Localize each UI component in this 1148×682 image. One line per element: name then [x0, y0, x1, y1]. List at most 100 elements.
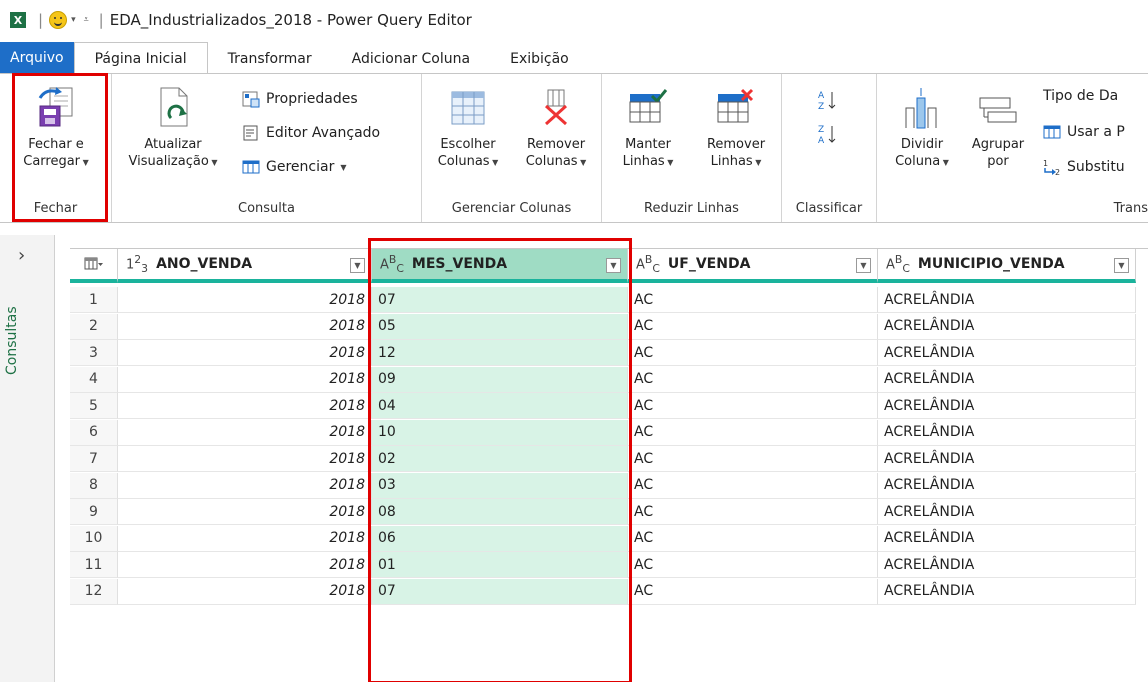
cell-municipio-venda[interactable]: ACRELÂNDIA: [878, 393, 1136, 419]
replace-values-button[interactable]: 12 Substitu: [1043, 158, 1125, 176]
cell-mes-venda[interactable]: 04: [372, 393, 628, 419]
cell-mes-venda[interactable]: 09: [372, 366, 628, 393]
sort-ascending-button[interactable]: AZ: [818, 88, 838, 112]
cell-ano-venda[interactable]: 2018: [118, 366, 372, 393]
cell-mes-venda[interactable]: 07: [372, 287, 628, 313]
row-number[interactable]: 9: [70, 499, 118, 525]
cell-uf-venda[interactable]: AC: [628, 340, 878, 366]
column-header-mes-venda[interactable]: ABC MES_VENDA ▼: [372, 249, 628, 283]
column-header-ano-venda[interactable]: 123 ANO_VENDA ▼: [118, 249, 372, 283]
cell-municipio-venda[interactable]: ACRELÂNDIA: [878, 525, 1136, 552]
quick-access-dropdown-icon[interactable]: ▾: [71, 15, 76, 25]
row-number[interactable]: 7: [70, 446, 118, 472]
row-number[interactable]: 2: [70, 313, 118, 340]
quick-access-customize-icon[interactable]: ⩡: [84, 15, 89, 25]
cell-municipio-venda[interactable]: ACRELÂNDIA: [878, 446, 1136, 472]
cell-municipio-venda[interactable]: ACRELÂNDIA: [878, 340, 1136, 366]
cell-municipio-venda[interactable]: ACRELÂNDIA: [878, 472, 1136, 499]
advanced-editor-button[interactable]: Editor Avançado: [242, 124, 380, 142]
row-number[interactable]: 12: [70, 578, 118, 605]
properties-button[interactable]: Propriedades: [242, 90, 358, 108]
cell-mes-venda[interactable]: 10: [372, 419, 628, 446]
expand-queries-icon[interactable]: ›: [18, 245, 25, 266]
cell-municipio-venda[interactable]: ACRELÂNDIA: [878, 313, 1136, 340]
row-number[interactable]: 8: [70, 472, 118, 499]
filter-dropdown-icon[interactable]: ▼: [856, 258, 871, 273]
text-type-icon[interactable]: ABC: [380, 253, 404, 275]
cell-uf-venda[interactable]: AC: [628, 419, 878, 446]
data-type-button[interactable]: Tipo de Da: [1043, 88, 1118, 104]
choose-columns-button[interactable]: Escolher Colunas ▼: [426, 84, 510, 171]
cell-mes-venda[interactable]: 02: [372, 446, 628, 472]
tab-arquivo[interactable]: Arquivo: [0, 42, 74, 74]
cell-municipio-venda[interactable]: ACRELÂNDIA: [878, 366, 1136, 393]
split-column-button[interactable]: Dividir Coluna ▼: [887, 84, 957, 171]
cell-municipio-venda[interactable]: ACRELÂNDIA: [878, 499, 1136, 525]
text-type-icon[interactable]: ABC: [636, 253, 660, 275]
cell-mes-venda[interactable]: 05: [372, 313, 628, 340]
cell-mes-venda[interactable]: 03: [372, 472, 628, 499]
manage-button[interactable]: Gerenciar ▼: [242, 158, 346, 176]
cell-uf-venda[interactable]: AC: [628, 366, 878, 393]
cell-mes-venda[interactable]: 08: [372, 499, 628, 525]
cell-municipio-venda[interactable]: ACRELÂNDIA: [878, 552, 1136, 578]
cell-ano-venda[interactable]: 2018: [118, 472, 372, 499]
filter-dropdown-icon[interactable]: ▼: [350, 258, 365, 273]
cell-ano-venda[interactable]: 2018: [118, 287, 372, 313]
cell-uf-venda[interactable]: AC: [628, 313, 878, 340]
remove-columns-icon: [536, 84, 576, 130]
cell-municipio-venda[interactable]: ACRELÂNDIA: [878, 578, 1136, 605]
cell-uf-venda[interactable]: AC: [628, 472, 878, 499]
remove-columns-button[interactable]: Remover Colunas ▼: [514, 84, 598, 171]
keep-rows-button[interactable]: Manter Linhas ▼: [606, 84, 690, 171]
cell-uf-venda[interactable]: AC: [628, 578, 878, 605]
row-number[interactable]: 5: [70, 393, 118, 419]
cell-uf-venda[interactable]: AC: [628, 287, 878, 313]
tab-exibicao[interactable]: Exibição: [490, 44, 589, 74]
close-and-load-button[interactable]: Fechar e Carregar ▼: [6, 84, 106, 171]
cell-uf-venda[interactable]: AC: [628, 446, 878, 472]
cell-mes-venda[interactable]: 07: [372, 578, 628, 605]
cell-mes-venda[interactable]: 06: [372, 525, 628, 552]
cell-ano-venda[interactable]: 2018: [118, 446, 372, 472]
cell-ano-venda[interactable]: 2018: [118, 340, 372, 366]
cell-ano-venda[interactable]: 2018: [118, 525, 372, 552]
filter-dropdown-icon[interactable]: ▼: [1114, 258, 1129, 273]
cell-uf-venda[interactable]: AC: [628, 525, 878, 552]
remove-rows-button[interactable]: Remover Linhas ▼: [694, 84, 778, 171]
table-menu-button[interactable]: [70, 249, 118, 283]
cell-mes-venda[interactable]: 12: [372, 340, 628, 366]
text-type-icon[interactable]: ABC: [886, 253, 910, 275]
cell-ano-venda[interactable]: 2018: [118, 419, 372, 446]
cell-mes-venda[interactable]: 01: [372, 552, 628, 578]
queries-pane-label[interactable]: Consultas: [4, 285, 20, 375]
row-number[interactable]: 4: [70, 366, 118, 393]
row-number[interactable]: 3: [70, 340, 118, 366]
smiley-feedback-icon[interactable]: [49, 11, 68, 29]
whole-number-type-icon[interactable]: 123: [126, 253, 148, 275]
row-number[interactable]: 1: [70, 287, 118, 313]
cell-ano-venda[interactable]: 2018: [118, 393, 372, 419]
cell-ano-venda[interactable]: 2018: [118, 313, 372, 340]
cell-ano-venda[interactable]: 2018: [118, 578, 372, 605]
cell-uf-venda[interactable]: AC: [628, 552, 878, 578]
tab-transformar[interactable]: Transformar: [208, 44, 332, 74]
tab-pagina-inicial[interactable]: Página Inicial: [73, 42, 208, 74]
cell-municipio-venda[interactable]: ACRELÂNDIA: [878, 287, 1136, 313]
sort-descending-button[interactable]: ZA: [818, 122, 838, 146]
cell-uf-venda[interactable]: AC: [628, 499, 878, 525]
row-number[interactable]: 11: [70, 552, 118, 578]
row-number[interactable]: 10: [70, 525, 118, 552]
group-by-button[interactable]: Agrupar por: [963, 84, 1033, 170]
tab-adicionar-coluna[interactable]: Adicionar Coluna: [332, 44, 490, 74]
cell-uf-venda[interactable]: AC: [628, 393, 878, 419]
cell-ano-venda[interactable]: 2018: [118, 499, 372, 525]
cell-ano-venda[interactable]: 2018: [118, 552, 372, 578]
filter-dropdown-icon[interactable]: ▼: [606, 258, 621, 273]
column-header-uf-venda[interactable]: ABC UF_VENDA ▼: [628, 249, 878, 283]
use-first-row-button[interactable]: Usar a P: [1043, 124, 1125, 140]
cell-municipio-venda[interactable]: ACRELÂNDIA: [878, 419, 1136, 446]
row-number[interactable]: 6: [70, 419, 118, 446]
column-header-municipio-venda[interactable]: ABC MUNICIPIO_VENDA ▼: [878, 249, 1136, 283]
refresh-preview-button[interactable]: Atualizar Visualização ▼: [118, 84, 228, 171]
